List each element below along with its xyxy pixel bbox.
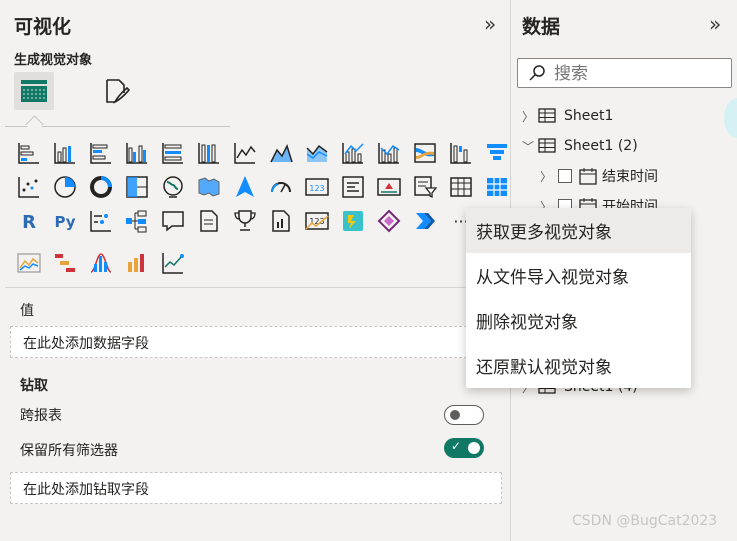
clustered-column-chart-icon[interactable] (122, 138, 152, 168)
number-card-icon[interactable]: 123 (302, 206, 332, 236)
chevron-right-icon[interactable]: 〉 (520, 108, 536, 125)
menu-item-remove-visual[interactable]: 删除视觉对象 (466, 298, 691, 343)
keep-filters-label: 保留所有筛选器 (20, 443, 118, 459)
stacked-area-chart-icon[interactable] (302, 138, 332, 168)
gallery-divider (5, 287, 511, 288)
kpi-icon[interactable] (374, 172, 404, 202)
pie-chart-icon[interactable] (50, 172, 80, 202)
line-clustered-column-icon[interactable] (338, 138, 368, 168)
r-visual-icon[interactable]: R (14, 206, 44, 236)
python-visual-icon[interactable]: Py (50, 206, 80, 236)
calendar-icon (579, 168, 597, 185)
data-pane-title: 数据 (522, 16, 561, 38)
donut-chart-icon[interactable] (86, 172, 116, 202)
build-visual-label: 生成视觉对象 (14, 53, 93, 68)
decomposition-tree-icon[interactable] (122, 206, 152, 236)
key-influencers-icon[interactable] (86, 206, 116, 236)
collapse-visualizations-icon[interactable]: » (484, 12, 496, 36)
table-name: Sheet1 (564, 108, 614, 124)
matrix-icon[interactable] (482, 172, 512, 202)
visualizations-pane: 可视化 » 生成视觉对象 123 R Py 123 ··· 值 在此处添加数据字… (0, 0, 511, 541)
paginated-report-icon[interactable] (266, 206, 296, 236)
line-stacked-column-icon[interactable] (374, 138, 404, 168)
power-apps-icon[interactable] (374, 206, 404, 236)
menu-item-import-from-file[interactable]: 从文件导入视觉对象 (466, 253, 691, 298)
custom-scatter-line-icon[interactable] (158, 248, 188, 278)
100-stacked-column-chart-icon[interactable] (194, 138, 224, 168)
table-icon[interactable] (446, 172, 476, 202)
clustered-bar-chart-icon[interactable] (86, 138, 116, 168)
tab-caret (25, 115, 44, 134)
field-name: 结束时间 (602, 169, 658, 185)
menu-item-get-more-visuals[interactable]: 获取更多视觉对象 (466, 208, 691, 253)
qna-icon[interactable] (158, 206, 188, 236)
cross-report-label: 跨报表 (20, 408, 62, 424)
histogram-chart-icon[interactable] (86, 248, 116, 278)
values-label: 值 (20, 303, 34, 319)
format-brush-icon (106, 79, 131, 104)
100-stacked-bar-chart-icon[interactable] (158, 138, 188, 168)
multi-row-card-icon[interactable] (338, 172, 368, 202)
check-icon: ✓ (451, 439, 462, 453)
treemap-icon[interactable] (122, 172, 152, 202)
funnel-chart-icon[interactable] (482, 138, 512, 168)
power-automate-icon[interactable] (338, 206, 368, 236)
table-name: Sheet1 (2) (564, 138, 638, 154)
goals-trophy-icon[interactable] (230, 206, 260, 236)
gantt-chart-icon[interactable] (50, 248, 80, 278)
watermark: CSDN @BugCat2023 (572, 513, 718, 529)
slicer-icon[interactable] (410, 172, 440, 202)
stacked-bar-chart-icon[interactable] (14, 138, 44, 168)
drillthrough-label: 钻取 (20, 378, 48, 394)
field-row-end-time[interactable]: 〉 结束时间 (538, 164, 658, 188)
map-globe-icon[interactable] (158, 172, 188, 202)
custom-line-visual-icon[interactable] (14, 248, 44, 278)
menu-item-restore-default[interactable]: 还原默认视觉对象 (466, 343, 691, 388)
svg-text:R: R (22, 212, 36, 233)
chevron-down-icon[interactable]: ﹀ (520, 138, 536, 155)
scatter-chart-icon[interactable] (14, 172, 44, 202)
custom-column-visual-icon[interactable] (122, 248, 152, 278)
area-chart-icon[interactable] (266, 138, 296, 168)
chevron-right-icon[interactable]: 〉 (538, 168, 554, 185)
table-row-sheet1[interactable]: 〉 Sheet1 (520, 104, 613, 128)
cross-report-toggle[interactable] (444, 405, 484, 425)
table-row-sheet1-2[interactable]: ﹀ Sheet1 (2) (520, 134, 638, 158)
table-icon (538, 108, 556, 123)
drillthrough-drop-well[interactable]: 在此处添加钻取字段 (10, 472, 502, 504)
search-box[interactable] (517, 58, 732, 88)
line-chart-icon[interactable] (230, 138, 260, 168)
azure-map-icon[interactable] (230, 172, 260, 202)
card-icon[interactable]: 123 (302, 172, 332, 202)
svg-text:123: 123 (309, 184, 324, 193)
ribbon-chart-icon[interactable] (410, 138, 440, 168)
gauge-icon[interactable] (266, 172, 296, 202)
build-visual-tab[interactable] (14, 72, 54, 110)
collapse-data-icon[interactable]: » (709, 12, 721, 36)
table-icon (538, 138, 556, 153)
search-icon (529, 65, 545, 81)
visualizations-title: 可视化 (14, 16, 72, 38)
smart-narrative-icon[interactable] (194, 206, 224, 236)
keep-filters-toggle[interactable]: ✓ (444, 438, 484, 458)
filled-map-icon[interactable] (194, 172, 224, 202)
table-build-icon (21, 80, 47, 102)
waterfall-chart-icon[interactable] (446, 138, 476, 168)
field-checkbox[interactable] (558, 169, 572, 183)
visuals-context-menu: 获取更多视觉对象 从文件导入视觉对象 删除视觉对象 还原默认视觉对象 (466, 208, 691, 388)
power-automate-flow-icon[interactable] (410, 206, 440, 236)
values-drop-well[interactable]: 在此处添加数据字段 (10, 326, 502, 358)
svg-text:Py: Py (54, 213, 75, 231)
search-input[interactable] (552, 62, 726, 86)
stacked-column-chart-icon[interactable] (50, 138, 80, 168)
format-visual-tab[interactable] (96, 72, 136, 110)
